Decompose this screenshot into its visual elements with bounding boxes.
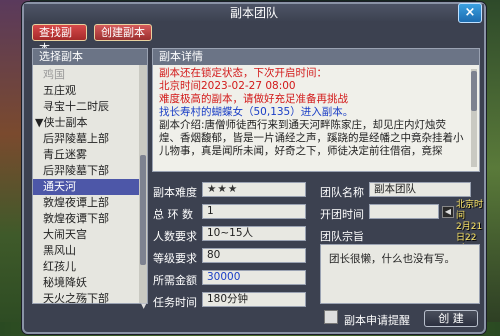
level-field: 80 <box>202 248 306 263</box>
dungeon-list-item[interactable]: 青丘迷雾 <box>33 147 147 163</box>
detail-scrollbar[interactable] <box>471 69 477 167</box>
dungeon-list-item[interactable]: 通天河 <box>33 179 147 195</box>
apply-reminder-label: 副本申请提醒 <box>344 314 410 327</box>
dungeon-list-item[interactable]: 后羿陵墓上部 <box>33 131 147 147</box>
motto-textarea[interactable]: 团长很懒，什么也没有写。 <box>320 244 480 304</box>
difficulty-label: 副本难度 <box>153 186 197 199</box>
dungeon-list-item[interactable]: 敦煌夜谭上部 <box>33 195 147 211</box>
rings-field: 1 <box>202 204 306 219</box>
scroll-down-icon[interactable]: ▼ <box>141 302 149 310</box>
level-label: 等级要求 <box>153 252 197 265</box>
dungeon-detail-text: 副本还在锁定状态，下次开启时间： 北京时间2023-02-27 08:00 难度… <box>153 65 479 158</box>
dungeon-list-scrollbar[interactable] <box>139 65 147 303</box>
open-time-input[interactable] <box>369 204 439 219</box>
create-button[interactable]: 创 建 <box>424 310 478 327</box>
motto-label: 团队宗旨 <box>320 230 364 243</box>
next-open-time: 北京时间2023-02-27 08:00 <box>159 80 296 92</box>
team-name-label: 团队名称 <box>320 186 364 199</box>
open-time-label: 开团时间 <box>320 208 364 221</box>
beijing-time-title: 北京时间 <box>456 200 484 221</box>
dungeon-list-item[interactable]: 天火之殇下部 <box>33 291 147 307</box>
scrollbar-thumb[interactable] <box>471 71 477 111</box>
dungeon-list: 鸡国 五庄观 寻宝十二时辰 ▼侠士副本 后羿陵墓上部 青丘迷雾 后羿陵墓下部 通天河 敦煌夜谭上… <box>33 65 147 307</box>
window-title: 副本团队 <box>24 4 484 22</box>
dungeon-list-item[interactable]: 鸡国 <box>33 67 147 83</box>
apply-reminder-checkbox[interactable] <box>324 310 338 324</box>
tab-find-dungeon[interactable]: 查找副本 <box>32 24 87 55</box>
dungeon-list-item[interactable]: 寻宝十二时辰 <box>33 99 147 115</box>
tab-create-dungeon[interactable]: 创建副本 <box>94 24 152 41</box>
people-field: 10~15人 <box>202 226 306 241</box>
money-field: 30000 <box>202 270 306 285</box>
lock-status-text: 副本还在锁定状态，下次开启时间： <box>159 67 327 79</box>
difficulty-field: ★★★ <box>202 182 306 197</box>
team-name-input[interactable]: 副本团队 <box>369 182 471 197</box>
dungeon-category[interactable]: ▼侠士副本 <box>33 115 147 131</box>
rings-label: 总 环 数 <box>153 208 193 221</box>
entry-npc-text: 找长寿村的蝴蝶女（50,135）进入副本。 <box>159 106 354 118</box>
dungeon-detail-header: 副本详情 <box>153 49 479 65</box>
dungeon-list-panel: 选择副本 鸡国 五庄观 寻宝十二时辰 ▼侠士副本 后羿陵墓上部 青丘迷雾 后羿陵墓下部 通天河… <box>32 48 148 307</box>
dungeon-list-item[interactable]: 红孩儿 <box>33 259 147 275</box>
close-button[interactable]: × <box>458 3 482 23</box>
open-time-dropdown-icon[interactable]: ◀ <box>442 206 454 218</box>
dungeon-detail-panel: 副本详情 副本还在锁定状态，下次开启时间： 北京时间2023-02-27 08:… <box>152 48 480 172</box>
dungeon-list-item[interactable]: 秘境降妖 <box>33 275 147 291</box>
dungeon-list-item[interactable]: 敦煌夜谭下部 <box>33 211 147 227</box>
money-label: 所需金额 <box>153 274 197 287</box>
dungeon-list-item[interactable]: 后羿陵墓下部 <box>33 163 147 179</box>
dungeon-list-item[interactable]: 黑风山 <box>33 243 147 259</box>
dungeon-list-item[interactable]: 大闹天宫 <box>33 227 147 243</box>
scrollbar-thumb[interactable] <box>140 155 146 265</box>
dungeon-list-header: 选择副本 <box>33 49 147 65</box>
difficulty-warning: 难度极高的副本，请做好充足准备再挑战 <box>159 93 348 105</box>
time-label: 任务时间 <box>153 296 197 309</box>
dungeon-team-window: 副本团队 × 查找副本 创建副本 选择副本 鸡国五庄观寻宝十二时辰▼侠士副本后羿… <box>22 2 486 334</box>
dungeon-intro: 副本介绍:唐僧师徒西行来到通天河畔陈家庄，却见庄内灯烛荧煌、香烟馥郁，皆是一片诵… <box>159 119 464 157</box>
dungeon-list-item[interactable]: 五庄观 <box>33 83 147 99</box>
time-field: 180分钟 <box>202 292 306 307</box>
people-label: 人数要求 <box>153 230 197 243</box>
